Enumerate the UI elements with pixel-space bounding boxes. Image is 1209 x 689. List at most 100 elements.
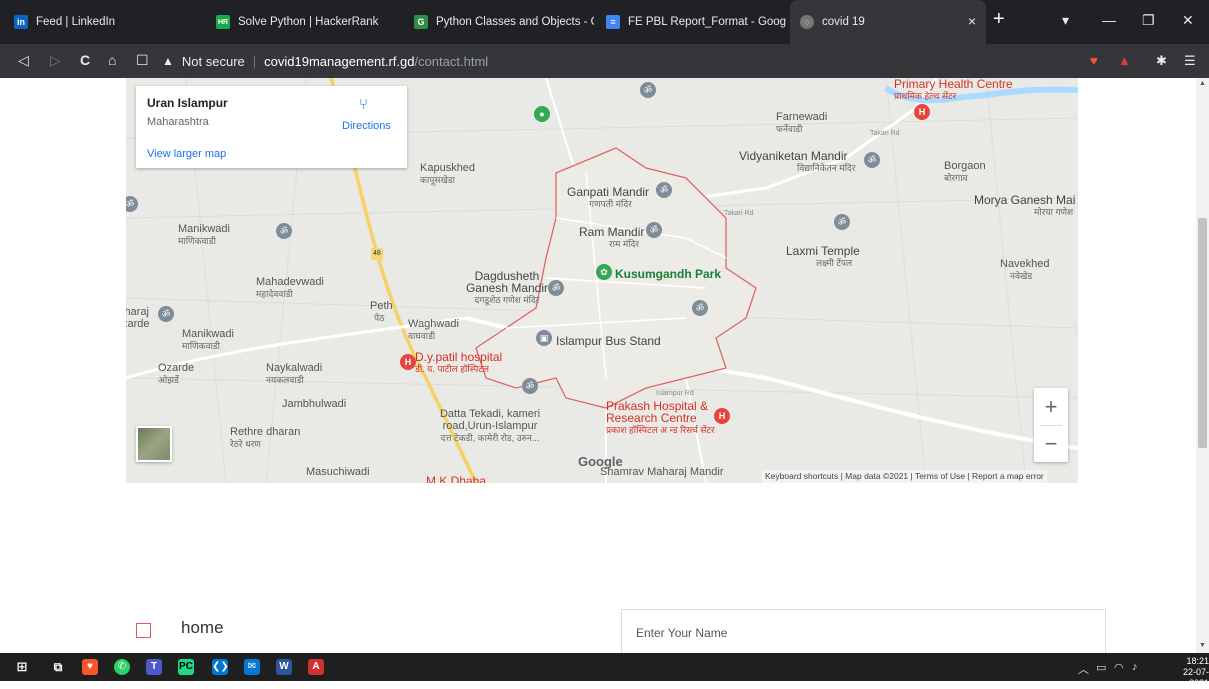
directions-link[interactable]: Directions	[342, 120, 391, 132]
temple-pin-icon[interactable]: ॐ	[158, 306, 174, 322]
url-host: covid19management.rf.gd	[264, 53, 415, 69]
temple-pin-icon[interactable]: ॐ	[548, 280, 564, 296]
bus-pin-icon[interactable]: ▣	[536, 330, 552, 346]
tab-linkedin[interactable]: in Feed | LinkedIn	[4, 0, 194, 44]
poi-pin-icon[interactable]: ●	[534, 106, 550, 122]
browser-tab-strip: in Feed | LinkedIn HR Solve Python | Hac…	[0, 0, 1209, 44]
directions-icon[interactable]: ⑂	[359, 96, 373, 113]
minimize-button[interactable]: —	[1102, 12, 1116, 28]
place-label: Manikwadi माणिकवाडी	[182, 328, 234, 351]
profile-menu-icon[interactable]: ▾	[1062, 12, 1069, 29]
system-clock[interactable]: 18:21 22-07-2021	[1164, 656, 1209, 689]
battery-icon[interactable]: ▭	[1096, 661, 1106, 674]
temple-pin-icon[interactable]: ॐ	[864, 152, 880, 168]
temple-pin-icon[interactable]: ॐ	[834, 214, 850, 230]
home-button[interactable]: ⌂	[108, 52, 116, 68]
temple-pin-icon[interactable]: ॐ	[276, 223, 292, 239]
temple-pin-icon[interactable]: ॐ	[640, 82, 656, 98]
page-content: Farnewadi फर्नेवाडी Vidyaniketan Mandir वि…	[0, 78, 1196, 653]
maximize-button[interactable]: ❐	[1142, 12, 1155, 29]
brave-shields-icon[interactable]: ♥	[1090, 53, 1098, 68]
brave-rewards-icon[interactable]: ▲	[1118, 53, 1131, 68]
clock-date: 22-07-2021	[1182, 667, 1209, 688]
temple-pin-icon[interactable]: ॐ	[692, 300, 708, 316]
warning-icon: ▲	[162, 54, 174, 68]
tab-google-docs[interactable]: ≡ FE PBL Report_Format - Google Docs	[596, 0, 786, 44]
tab-hackerrank[interactable]: HR Solve Python | HackerRank	[206, 0, 396, 44]
temple-pin-icon[interactable]: ॐ	[646, 222, 662, 238]
map-info-card: Uran Islampur Maharashtra ⑂ Directions V…	[136, 86, 407, 168]
place-label: Kapuskhed कापूसखेडा	[420, 162, 476, 185]
map-attribution: Keyboard shortcuts | Map data ©2021 | Te…	[762, 470, 1047, 483]
temple-pin-icon[interactable]: ॐ	[656, 182, 672, 198]
tab-title: Feed | LinkedIn	[36, 16, 116, 28]
word-icon[interactable]: W	[276, 659, 292, 675]
task-view-icon[interactable]: ⧉	[50, 659, 66, 675]
tab-covid19[interactable]: ◌ covid 19 ×	[790, 0, 986, 44]
place-label: Navekhed नवेखेड	[1000, 258, 1050, 281]
bookmark-button[interactable]: ☐	[136, 52, 149, 69]
place-label: Rethre dharan रेठरे धरण	[230, 426, 301, 449]
vscode-icon[interactable]: ❮❯	[212, 659, 229, 675]
hospital-pin-icon[interactable]: H	[714, 408, 730, 424]
whatsapp-icon[interactable]: ✆	[114, 659, 130, 675]
wifi-icon[interactable]: ◠	[1114, 661, 1124, 674]
pycharm-icon[interactable]: PC	[178, 659, 194, 675]
place-label: Morya Ganesh Mai मोरया गणेश	[974, 193, 1076, 217]
satellite-toggle-thumbnail[interactable]	[136, 426, 172, 462]
close-tab-icon[interactable]: ×	[968, 13, 976, 29]
globe-icon: ◌	[800, 15, 814, 29]
security-status: Not secure	[181, 53, 245, 69]
geeksforgeeks-icon: G	[414, 15, 428, 29]
page-scrollbar[interactable]: ▲ ▼	[1196, 78, 1209, 653]
dhaba-label: M K Dhaba	[426, 474, 487, 483]
hospital-pin-icon[interactable]: H	[400, 354, 416, 370]
place-label: Ganpati Mandir गणपती मंदिर	[567, 185, 650, 209]
url-separator: |	[252, 53, 257, 69]
address-bar[interactable]: ▲ Not secure | covid19management.rf.gd/c…	[162, 48, 1084, 74]
reload-button[interactable]: C	[80, 52, 90, 68]
park-pin-icon[interactable]: ✿	[596, 264, 612, 280]
teams-icon[interactable]: T	[146, 659, 162, 675]
new-tab-button[interactable]: +	[993, 8, 1005, 31]
place-label: Primary Health Centre प्राथमिक हेल्थ सेंट…	[894, 78, 1013, 101]
browser-toolbar: ◁ ▷ C ⌂ ☐ ▲ Not secure | covid19manageme…	[0, 44, 1209, 78]
embedded-map[interactable]: Farnewadi फर्नेवाडी Vidyaniketan Mandir वि…	[126, 78, 1078, 483]
place-label: Manikwadi माणिकवाडी	[178, 223, 230, 246]
place-label: Naykalwadi नयकलवाडी	[266, 362, 323, 385]
report-error-link[interactable]: Report a map error	[972, 471, 1044, 481]
mail-icon[interactable]: ✉	[244, 659, 260, 675]
keyboard-shortcuts-link[interactable]: Keyboard shortcuts	[765, 471, 838, 481]
tab-geeksforgeeks[interactable]: G Python Classes and Objects - GeeksforG…	[404, 0, 594, 44]
brave-browser-icon[interactable]: ♥	[82, 659, 98, 675]
road-label: Islampur Rd	[656, 390, 694, 397]
name-input[interactable]	[621, 609, 1106, 653]
windows-start-icon[interactable]: ⊞	[14, 659, 30, 675]
google-logo: Google	[578, 454, 623, 469]
forward-button[interactable]: ▷	[50, 52, 61, 69]
extensions-icon[interactable]: ✱	[1156, 53, 1167, 69]
tray-chevron-icon[interactable]: ︿	[1078, 661, 1089, 677]
location-title: Uran Islampur	[147, 96, 228, 110]
back-button[interactable]: ◁	[18, 52, 29, 69]
zoom-in-button[interactable]: +	[1034, 388, 1068, 425]
acrobat-icon[interactable]: A	[308, 659, 324, 675]
menu-icon[interactable]: ☰	[1184, 53, 1196, 69]
road-label: Takari Rd	[724, 210, 754, 217]
tab-title: Python Classes and Objects - GeeksforGe	[436, 16, 594, 28]
scroll-up-arrow-icon[interactable]: ▲	[1199, 80, 1206, 87]
home-icon	[136, 623, 151, 638]
google-docs-icon: ≡	[606, 15, 620, 29]
place-label: Jambhulwadi	[282, 398, 347, 410]
tab-title: Solve Python | HackerRank	[238, 16, 379, 28]
volume-icon[interactable]: ♪	[1132, 661, 1138, 673]
hospital-pin-icon[interactable]: H	[914, 104, 930, 120]
temple-pin-icon[interactable]: ॐ	[522, 378, 538, 394]
home-label: home	[181, 618, 224, 637]
view-larger-map-link[interactable]: View larger map	[147, 148, 226, 160]
scroll-thumb[interactable]	[1198, 218, 1207, 448]
close-window-button[interactable]: ✕	[1182, 12, 1194, 29]
scroll-down-arrow-icon[interactable]: ▼	[1199, 642, 1206, 649]
terms-link[interactable]: Terms of Use	[915, 471, 965, 481]
zoom-out-button[interactable]: −	[1034, 425, 1068, 462]
